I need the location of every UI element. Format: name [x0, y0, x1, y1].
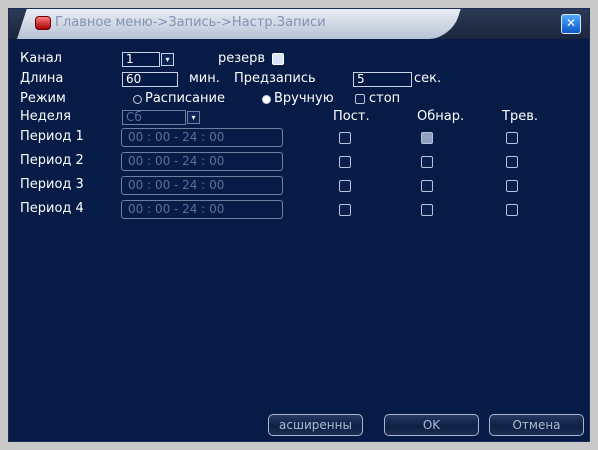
period-3-detect-checkbox[interactable] — [421, 180, 433, 192]
chevron-down-icon[interactable]: ▾ — [187, 111, 200, 124]
period-2-detect-checkbox[interactable] — [421, 156, 433, 168]
mode-label: Режим — [20, 91, 66, 106]
period-4-alarm-checkbox[interactable] — [506, 204, 518, 216]
record-settings-window: Главное меню->Запись->Настр.Записи ✕ Кан… — [8, 8, 590, 442]
redundancy-label: резерв — [218, 51, 266, 66]
window-title: Главное меню->Запись->Настр.Записи — [55, 15, 326, 30]
period-1-const-checkbox[interactable] — [339, 132, 351, 144]
period-2-alarm-checkbox[interactable] — [506, 156, 518, 168]
period-1-detect-checkbox[interactable] — [421, 132, 433, 144]
length-label: Длина — [20, 71, 64, 86]
period-1-alarm-checkbox[interactable] — [506, 132, 518, 144]
channel-label: Канал — [20, 51, 62, 66]
app-icon — [35, 16, 51, 30]
period-4-const-checkbox[interactable] — [339, 204, 351, 216]
period-3-time[interactable]: 00 : 00 - 24 : 00 — [121, 176, 283, 195]
length-unit: мин. — [189, 71, 220, 86]
period-4-label: Период 4 — [20, 201, 84, 216]
mode-manual-radio[interactable] — [262, 95, 271, 104]
period-3-alarm-checkbox[interactable] — [506, 180, 518, 192]
week-select[interactable]: Сб — [122, 110, 186, 125]
period-1-label: Период 1 — [20, 129, 84, 144]
period-4-detect-checkbox[interactable] — [421, 204, 433, 216]
period-4-time[interactable]: 00 : 00 - 24 : 00 — [121, 200, 283, 219]
cancel-button[interactable]: Отмена — [489, 414, 584, 436]
title-bar: Главное меню->Запись->Настр.Записи ✕ — [9, 9, 589, 39]
week-label: Неделя — [20, 109, 71, 124]
period-2-label: Период 2 — [20, 153, 84, 168]
period-2-const-checkbox[interactable] — [339, 156, 351, 168]
column-header-alarm: Трев. — [502, 109, 538, 124]
mode-stop-checkbox[interactable] — [355, 94, 365, 104]
chevron-down-icon[interactable]: ▾ — [161, 53, 174, 66]
mode-stop-label: стоп — [369, 91, 401, 106]
redundancy-checkbox[interactable] — [272, 53, 284, 65]
length-input[interactable]: 60 — [122, 72, 178, 87]
prerecord-input[interactable]: 5 — [353, 72, 412, 87]
period-2-time[interactable]: 00 : 00 - 24 : 00 — [121, 152, 283, 171]
column-header-const: Пост. — [333, 109, 370, 124]
advanced-button[interactable]: асширенны — [268, 414, 363, 436]
close-icon[interactable]: ✕ — [561, 14, 581, 34]
mode-schedule-radio[interactable] — [133, 95, 142, 104]
prerecord-unit: сек. — [414, 71, 442, 86]
period-3-const-checkbox[interactable] — [339, 180, 351, 192]
column-header-detect: Обнар. — [417, 109, 465, 124]
mode-manual-label: Вручную — [274, 91, 334, 106]
prerecord-label: Предзапись — [234, 71, 316, 86]
period-3-label: Период 3 — [20, 177, 84, 192]
ok-button[interactable]: OK — [384, 414, 479, 436]
channel-select[interactable]: 1 — [122, 52, 160, 67]
mode-schedule-label: Расписание — [145, 91, 225, 106]
period-1-time[interactable]: 00 : 00 - 24 : 00 — [121, 128, 283, 147]
